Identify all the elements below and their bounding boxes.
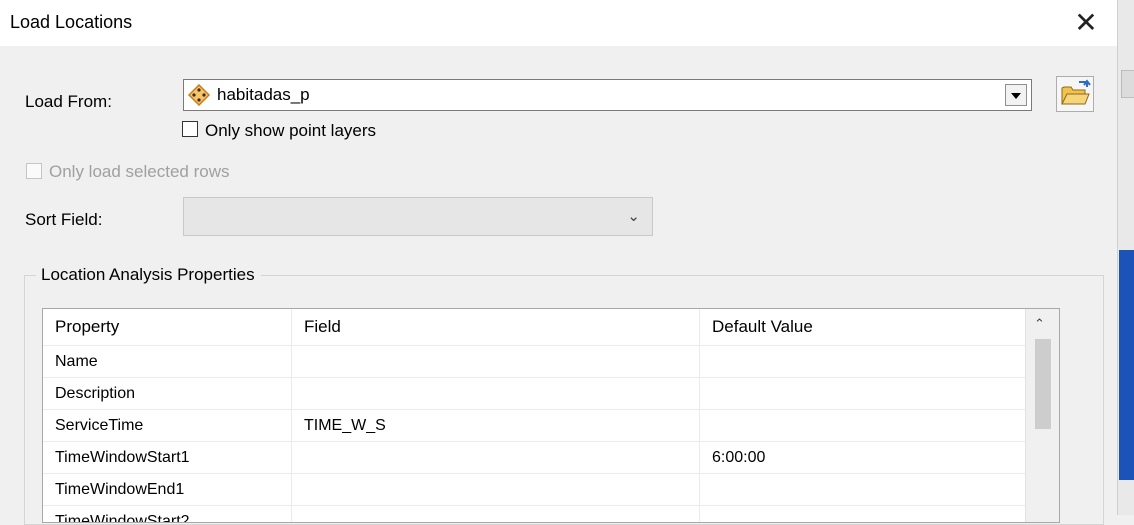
sort-field-label: Sort Field:	[25, 210, 103, 229]
load-from-dropdown[interactable]: habitadas_p	[183, 79, 1032, 111]
table-row[interactable]: Description	[43, 377, 1038, 410]
property-cell: TimeWindowEnd1	[43, 473, 292, 506]
field-cell[interactable]	[291, 377, 700, 410]
background-control	[1121, 70, 1134, 98]
field-cell[interactable]: TIME_W_S	[291, 409, 700, 442]
column-header-property[interactable]: Property	[43, 309, 292, 346]
property-cell: Name	[43, 345, 292, 378]
background-window-edge	[1117, 0, 1134, 515]
point-layer-icon	[188, 84, 210, 106]
scrollbar-thumb[interactable]	[1035, 339, 1051, 429]
browse-button[interactable]	[1056, 76, 1094, 112]
only-point-layers-checkbox[interactable]	[182, 121, 198, 137]
table-row[interactable]: Name	[43, 345, 1038, 378]
close-icon: ✕	[1074, 7, 1098, 38]
close-button[interactable]: ✕	[1066, 6, 1106, 40]
properties-grid[interactable]: Property Field Default Value Name Descri…	[42, 308, 1060, 523]
default-value-cell[interactable]	[699, 505, 1038, 522]
property-cell: TimeWindowStart1	[43, 441, 292, 474]
default-value-cell[interactable]	[699, 377, 1038, 410]
default-value-cell[interactable]	[699, 345, 1038, 378]
default-value-cell[interactable]	[699, 473, 1038, 506]
dropdown-arrow-button[interactable]	[1005, 84, 1027, 106]
default-value-cell[interactable]	[699, 409, 1038, 442]
sort-field-dropdown[interactable]: ⌄	[183, 197, 653, 236]
group-legend: Location Analysis Properties	[36, 265, 261, 285]
default-value-cell[interactable]: 6:00:00	[699, 441, 1038, 474]
table-row[interactable]: TimeWindowStart1 6:00:00	[43, 441, 1038, 474]
background-accent-bar	[1119, 250, 1134, 480]
only-selected-rows-label: Only load selected rows	[49, 162, 230, 181]
property-cell: Description	[43, 377, 292, 410]
window-title: Load Locations	[10, 12, 133, 32]
only-selected-rows-checkbox[interactable]	[26, 163, 42, 179]
field-cell[interactable]	[291, 473, 700, 506]
grid-vertical-scrollbar[interactable]: ⌃	[1025, 309, 1059, 522]
grid-header-row: Property Field Default Value	[43, 309, 1038, 346]
only-point-layers-label: Only show point layers	[205, 121, 377, 140]
property-cell: ServiceTime	[43, 409, 292, 442]
field-cell[interactable]	[291, 505, 700, 522]
table-row[interactable]: TimeWindowStart2	[43, 505, 1038, 522]
load-from-label: Load From:	[25, 92, 112, 111]
column-header-field[interactable]: Field	[291, 309, 700, 346]
field-cell[interactable]	[291, 441, 700, 474]
column-header-default-value[interactable]: Default Value	[699, 309, 1038, 346]
open-folder-icon	[1061, 79, 1091, 105]
field-cell[interactable]	[291, 345, 700, 378]
load-from-value: habitadas_p	[217, 85, 310, 104]
title-bar: Load Locations ✕	[0, 0, 1117, 46]
property-cell: TimeWindowStart2	[43, 505, 292, 522]
chevron-down-icon: ⌄	[627, 208, 640, 225]
chevron-up-icon[interactable]: ⌃	[1034, 316, 1045, 332]
table-row[interactable]: ServiceTime TIME_W_S	[43, 409, 1038, 442]
table-row[interactable]: TimeWindowEnd1	[43, 473, 1038, 506]
